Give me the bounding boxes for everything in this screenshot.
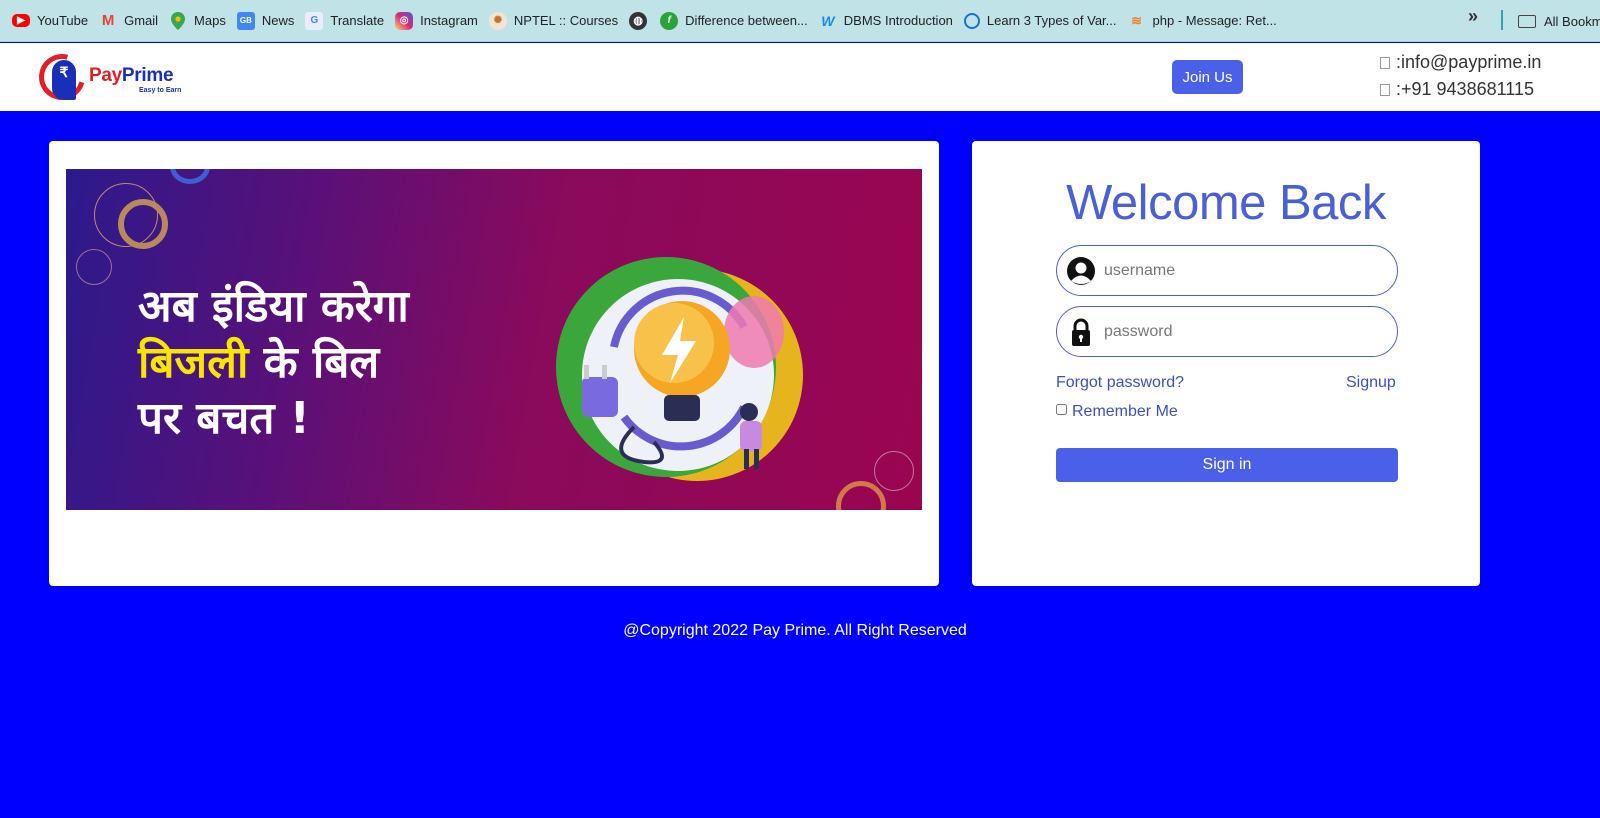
- news-icon: GB: [236, 11, 255, 30]
- decor-ring: [118, 199, 168, 249]
- bookmark-label: DBMS Introduction: [843, 13, 953, 28]
- bookmark-label: Instagram: [420, 13, 478, 28]
- nptel-icon: ✺: [488, 11, 507, 30]
- remember-me-label: Remember Me: [1072, 403, 1178, 420]
- bookmark-nptel[interactable]: ✺ NPTEL :: Courses: [487, 6, 627, 36]
- decor-ring: [874, 451, 914, 491]
- banner-line-1: अब इंडिया करेगा: [138, 281, 409, 332]
- folder-icon: [1518, 14, 1536, 28]
- globe-icon: ◍: [629, 11, 648, 30]
- w-icon: W: [821, 12, 835, 29]
- password-field[interactable]: [1056, 306, 1398, 357]
- decor-ring: [76, 249, 112, 285]
- contact-email[interactable]: :info@payprime.in: [1380, 52, 1541, 73]
- bookmark-label: php - Message: Ret...: [1152, 13, 1277, 28]
- banner-card: अब इंडिया करेगा बिजली के बिल पर बचत !: [49, 141, 939, 586]
- sign-in-button[interactable]: Sign in: [1056, 448, 1398, 482]
- contact-phone[interactable]: :+91 9438681115: [1380, 79, 1534, 100]
- bookmarks-bar: ▶ YouTube M Gmail Maps GB News G Transla…: [0, 0, 1600, 42]
- phone-icon: [1380, 84, 1390, 97]
- bookmark-label: Gmail: [124, 13, 159, 28]
- bulb-illustration: [556, 257, 803, 481]
- signup-link[interactable]: Signup: [1346, 374, 1396, 392]
- maps-icon: [169, 11, 187, 30]
- all-bookmarks-label: All Bookmarks: [1544, 13, 1600, 29]
- logo-tagline: Easy to Earn: [139, 87, 182, 94]
- user-icon: [1067, 256, 1095, 285]
- all-bookmarks-button[interactable]: All Bookmarks: [1518, 0, 1600, 42]
- more-bookmarks-icon[interactable]: »: [1468, 6, 1478, 27]
- bookmark-globe[interactable]: ◍: [627, 6, 658, 36]
- bookmark-label: Maps: [194, 13, 226, 28]
- join-us-button[interactable]: Join Us: [1172, 60, 1243, 94]
- banner-headline: अब इंडिया करेगा बिजली के बिल पर बचत !: [138, 279, 409, 447]
- bookmark-instagram[interactable]: ◎ Instagram: [393, 6, 487, 36]
- bookmark-label: Difference between...: [685, 13, 808, 28]
- bookmark-gmail[interactable]: M Gmail: [97, 6, 167, 36]
- dbms-icon: f: [660, 11, 679, 30]
- instagram-icon: ◎: [395, 11, 414, 30]
- site-header: ₹ PayPrime Easy to Earn Join Us :info@pa…: [0, 43, 1600, 111]
- bookmark-translate[interactable]: G Translate: [303, 6, 393, 36]
- decor-ring: [836, 481, 886, 510]
- forgot-password-link[interactable]: Forgot password?: [1056, 374, 1184, 392]
- gmail-icon: M: [101, 12, 115, 29]
- username-field[interactable]: [1056, 245, 1398, 296]
- logo-wordmark: PayPrime: [89, 65, 174, 86]
- login-title: Welcome Back: [1066, 176, 1386, 230]
- bookmark-label: News: [261, 13, 295, 28]
- stack-icon: ≋: [1131, 12, 1142, 28]
- footer-copyright: @Copyright 2022 Pay Prime. All Right Res…: [623, 622, 967, 639]
- banner-line-3: पर बचत !: [138, 393, 310, 444]
- bookmark-label: Translate: [330, 13, 385, 28]
- bookmark-label: YouTube: [37, 13, 89, 28]
- bookmarks-divider: [1501, 10, 1503, 30]
- bookmark-difference[interactable]: f Difference between...: [658, 6, 817, 36]
- login-card: Welcome Back Forgot password? Signup Rem…: [972, 141, 1480, 586]
- bookmark-news[interactable]: GB News: [235, 6, 304, 36]
- decor-ring: [170, 169, 210, 184]
- bookmark-learn[interactable]: Learn 3 Types of Var...: [962, 6, 1126, 36]
- lock-icon: [1072, 318, 1090, 346]
- bookmark-label: NPTEL :: Courses: [513, 13, 619, 28]
- bookmark-dbms[interactable]: W DBMS Introduction: [817, 6, 962, 36]
- username-input[interactable]: [1104, 261, 1374, 280]
- banner-line-2: बिजली के बिल: [138, 337, 380, 388]
- bookmark-label: Learn 3 Types of Var...: [986, 13, 1117, 28]
- bookmark-php[interactable]: ≋ php - Message: Ret...: [1126, 6, 1286, 36]
- password-input[interactable]: [1104, 322, 1374, 341]
- remember-me[interactable]: Remember Me: [1056, 403, 1178, 421]
- rupee-icon: ₹: [52, 60, 76, 100]
- payprime-logo[interactable]: ₹ PayPrime Easy to Earn: [30, 45, 198, 109]
- youtube-icon: ▶: [12, 14, 30, 27]
- bookmark-youtube[interactable]: ▶ YouTube: [10, 6, 97, 36]
- translate-icon: G: [305, 11, 324, 30]
- mail-icon: [1380, 57, 1390, 70]
- bookmark-maps[interactable]: Maps: [167, 6, 235, 36]
- promo-banner: अब इंडिया करेगा बिजली के बिल पर बचत !: [66, 169, 922, 510]
- learn-icon: [963, 12, 980, 29]
- remember-me-checkbox[interactable]: [1056, 404, 1067, 415]
